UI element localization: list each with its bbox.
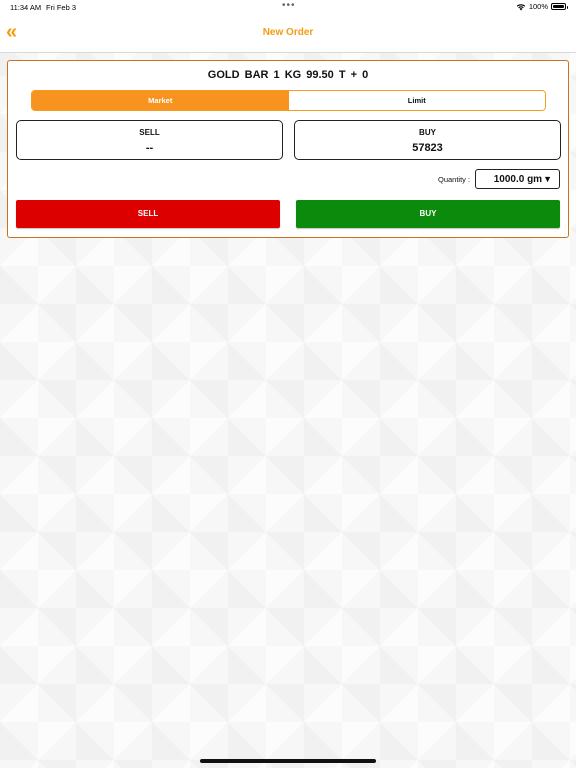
sell-price-label: SELL bbox=[139, 128, 160, 137]
order-type-segmented-control: Market Limit bbox=[31, 90, 546, 111]
buy-price-box: BUY 57823 bbox=[294, 120, 561, 160]
buy-price-label: BUY bbox=[419, 128, 436, 137]
sell-button[interactable]: SELL bbox=[16, 200, 280, 228]
navigation-bar: « New Order bbox=[0, 14, 576, 53]
buy-price-value: 57823 bbox=[412, 142, 443, 154]
dropdown-arrow-icon: ▼ bbox=[543, 174, 552, 184]
status-time: 11:34 AM bbox=[10, 3, 42, 12]
sell-price-box: SELL -- bbox=[16, 120, 283, 160]
quantity-value: 1000.0 gm bbox=[493, 174, 543, 185]
segment-limit[interactable]: Limit bbox=[288, 91, 545, 110]
order-card: GOLD BAR 1 KG 99.50 T + 0 Market Limit S… bbox=[7, 60, 569, 238]
multitasking-dots[interactable]: ••• bbox=[282, 0, 296, 11]
battery-icon bbox=[551, 3, 568, 10]
status-bar: 11:34 AM Fri Feb 3 ••• 100% bbox=[0, 0, 576, 14]
status-right: 100% bbox=[516, 2, 568, 11]
home-indicator[interactable] bbox=[200, 759, 376, 763]
status-date: Fri Feb 3 bbox=[46, 3, 77, 12]
quantity-dropdown[interactable]: 1000.0 gm▼ bbox=[475, 169, 560, 189]
battery-percent: 100% bbox=[528, 2, 548, 11]
sell-price-value: -- bbox=[145, 142, 154, 154]
quantity-label: Quantity : bbox=[438, 175, 471, 184]
buy-button[interactable]: BUY bbox=[296, 200, 560, 228]
top-bar: 11:34 AM Fri Feb 3 ••• 100% « New Order bbox=[0, 0, 576, 53]
segment-market[interactable]: Market bbox=[32, 91, 289, 110]
wifi-icon bbox=[516, 3, 526, 10]
product-title: GOLD BAR 1 KG 99.50 T + 0 bbox=[207, 69, 369, 81]
page-title: New Order bbox=[262, 27, 314, 38]
